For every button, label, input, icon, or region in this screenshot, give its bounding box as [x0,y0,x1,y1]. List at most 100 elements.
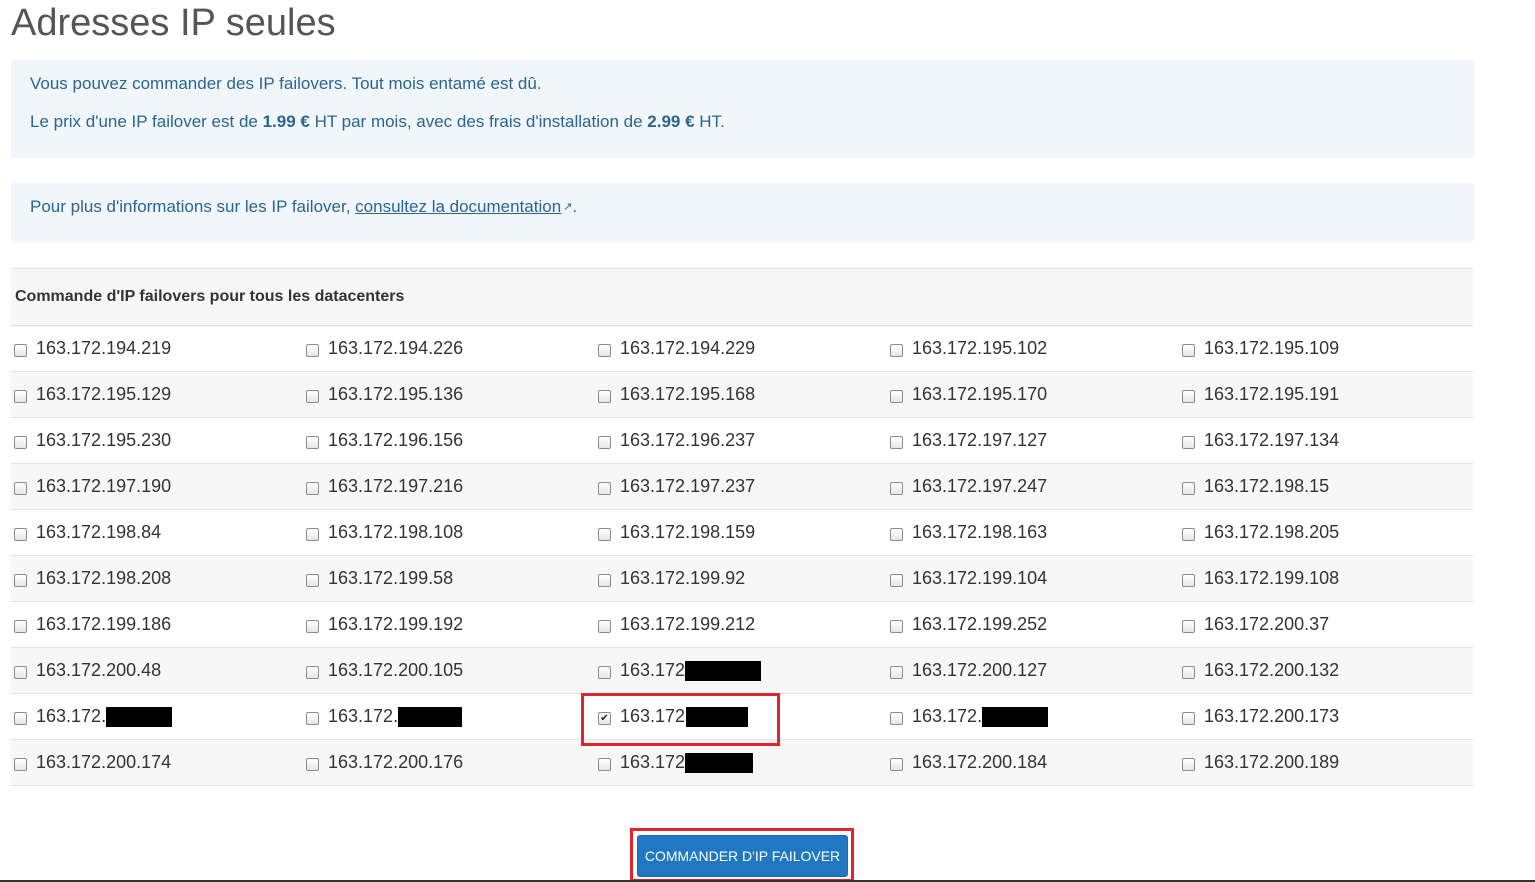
documentation-link[interactable]: consultez la documentation [355,197,561,216]
ip-checkbox[interactable] [1182,528,1195,541]
ip-option[interactable]: 163.172.197.127 [887,418,1179,463]
ip-checkbox[interactable] [598,344,611,357]
ip-checkbox[interactable] [306,344,319,357]
ip-checkbox[interactable] [1182,712,1195,725]
ip-option[interactable]: 163.172.199.92 [595,556,887,601]
ip-option[interactable]: 163.172 [595,740,887,785]
ip-checkbox[interactable] [14,666,27,679]
ip-checkbox[interactable] [306,758,319,771]
ip-checkbox[interactable] [1182,620,1195,633]
ip-option[interactable]: 163.172.195.129 [11,372,303,417]
ip-checkbox[interactable] [890,390,903,403]
ip-option[interactable]: 163.172.200.184 [887,740,1179,785]
ip-checkbox[interactable] [598,528,611,541]
ip-checkbox[interactable] [890,620,903,633]
ip-option[interactable]: 163.172.200.176 [303,740,595,785]
ip-option[interactable]: 163.172.197.216 [303,464,595,509]
ip-option[interactable]: 163.172.198.208 [11,556,303,601]
ip-option[interactable]: 163.172.198.84 [11,510,303,555]
ip-checkbox[interactable] [890,666,903,679]
ip-checkbox[interactable] [306,620,319,633]
ip-checkbox[interactable] [14,574,27,587]
ip-checkbox[interactable] [598,574,611,587]
ip-option[interactable]: 163.172.195.168 [595,372,887,417]
ip-option[interactable]: 163.172.198.159 [595,510,887,555]
ip-option[interactable]: 163.172.199.212 [595,602,887,647]
ip-option[interactable]: 163.172.198.108 [303,510,595,555]
ip-option[interactable]: 163.172.195.191 [1179,372,1471,417]
ip-option[interactable]: 163.172.195.136 [303,372,595,417]
ip-option[interactable]: 163.172.197.247 [887,464,1179,509]
ip-option[interactable]: 163.172.197.134 [1179,418,1471,463]
ip-option[interactable]: 163.172. [887,694,1179,739]
order-ip-failover-button[interactable]: COMMANDER D'IP FAILOVER [637,835,848,877]
ip-checkbox[interactable] [306,390,319,403]
ip-checkbox[interactable] [14,758,27,771]
ip-option[interactable]: 163.172.194.229 [595,326,887,371]
ip-checkbox[interactable] [1182,574,1195,587]
ip-checkbox[interactable] [306,482,319,495]
ip-checkbox[interactable] [14,436,27,449]
ip-checkbox[interactable] [890,712,903,725]
ip-option[interactable]: 163.172.194.226 [303,326,595,371]
ip-option[interactable]: 163.172.197.190 [11,464,303,509]
ip-checkbox[interactable] [890,482,903,495]
ip-option[interactable]: 163.172.197.237 [595,464,887,509]
ip-checkbox[interactable] [306,574,319,587]
ip-checkbox[interactable] [14,528,27,541]
ip-option[interactable]: 163.172.195.102 [887,326,1179,371]
ip-checkbox[interactable] [1182,666,1195,679]
ip-option[interactable]: 163.172.196.156 [303,418,595,463]
ip-option[interactable]: 163.172.195.109 [1179,326,1471,371]
ip-option[interactable]: 163.172.200.173 [1179,694,1471,739]
ip-option[interactable]: 163.172.198.15 [1179,464,1471,509]
ip-option[interactable]: 163.172.196.237 [595,418,887,463]
ip-option[interactable]: 163.172.195.170 [887,372,1179,417]
ip-option[interactable]: 163.172.200.132 [1179,648,1471,693]
ip-option[interactable]: 163.172.199.104 [887,556,1179,601]
ip-option[interactable]: 163.172.200.127 [887,648,1179,693]
ip-option[interactable]: 163.172.200.48 [11,648,303,693]
ip-option[interactable]: 163.172.199.58 [303,556,595,601]
ip-checkbox[interactable] [598,482,611,495]
ip-checkbox[interactable] [14,390,27,403]
ip-checkbox[interactable] [14,344,27,357]
ip-checkbox[interactable] [1182,390,1195,403]
ip-checkbox[interactable] [890,574,903,587]
ip-checkbox[interactable] [890,436,903,449]
ip-option[interactable]: 163.172.200.189 [1179,740,1471,785]
ip-option[interactable]: 163.172.195.230 [11,418,303,463]
ip-checkbox[interactable] [598,758,611,771]
ip-checkbox[interactable] [306,666,319,679]
ip-checkbox[interactable] [890,344,903,357]
ip-option[interactable]: 163.172.200.105 [303,648,595,693]
ip-checkbox[interactable] [14,482,27,495]
ip-option[interactable]: 163.172. [303,694,595,739]
ip-checkbox[interactable] [14,620,27,633]
ip-checkbox[interactable] [306,712,319,725]
ip-checkbox[interactable] [598,436,611,449]
ip-checkbox[interactable] [598,620,611,633]
ip-checkbox[interactable] [14,712,27,725]
ip-option[interactable]: 163.172.199.108 [1179,556,1471,601]
ip-checkbox[interactable] [1182,344,1195,357]
ip-option[interactable]: 163.172.198.163 [887,510,1179,555]
ip-checkbox[interactable] [598,390,611,403]
ip-option[interactable]: 163.172.198.205 [1179,510,1471,555]
ip-checkbox[interactable] [598,666,611,679]
ip-option[interactable]: 163.172.199.252 [887,602,1179,647]
ip-checkbox[interactable] [1182,436,1195,449]
ip-checkbox[interactable] [890,528,903,541]
ip-option[interactable]: 163.172.200.174 [11,740,303,785]
ip-option[interactable]: 163.172.199.192 [303,602,595,647]
ip-checkbox[interactable] [306,436,319,449]
ip-option[interactable]: 163.172.200.37 [1179,602,1471,647]
ip-checkbox[interactable] [1182,758,1195,771]
ip-option[interactable]: 163.172.199.186 [11,602,303,647]
ip-checkbox[interactable] [306,528,319,541]
ip-option[interactable]: 163.172.194.219 [11,326,303,371]
ip-checkbox[interactable] [1182,482,1195,495]
ip-checkbox[interactable] [890,758,903,771]
ip-option[interactable]: 163.172. [11,694,303,739]
ip-option[interactable]: 163.172 [595,648,887,693]
